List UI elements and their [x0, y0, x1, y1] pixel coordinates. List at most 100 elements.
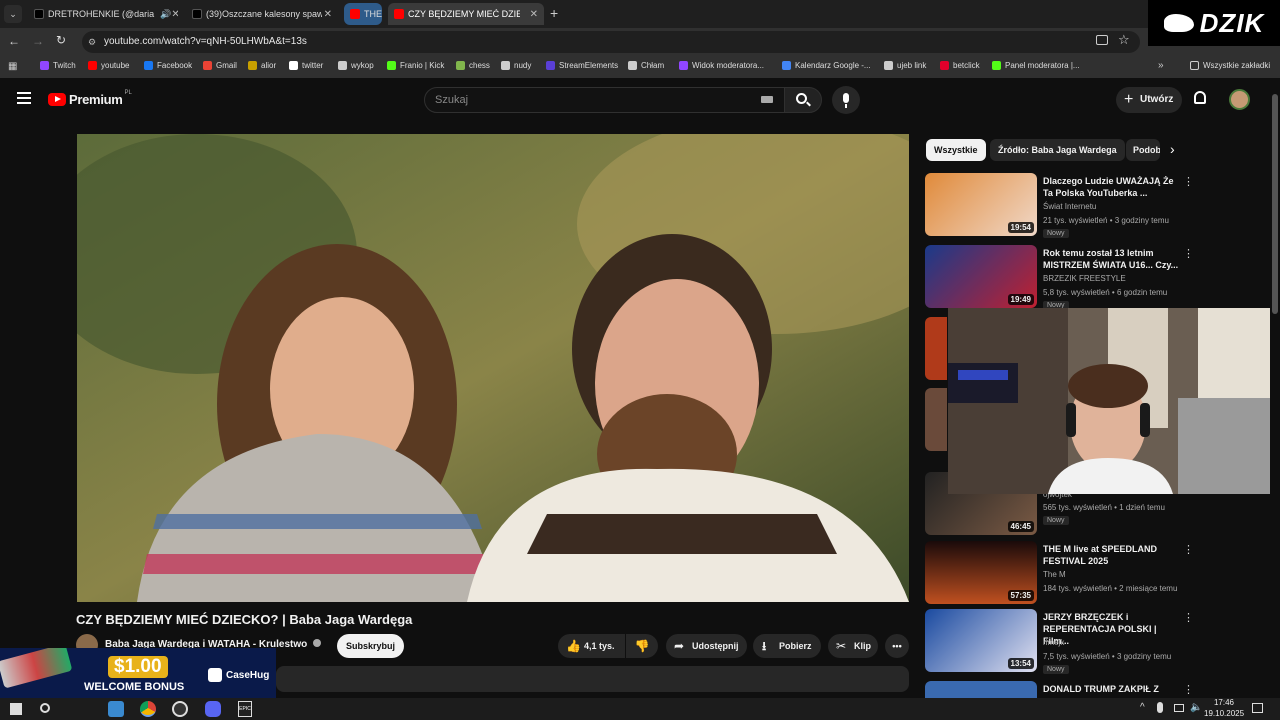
- chip-all[interactable]: Wszystkie: [926, 139, 986, 161]
- bookmark-item[interactable]: Twitch: [40, 61, 76, 70]
- bookmark-item[interactable]: Facebook: [144, 61, 192, 70]
- clip-button[interactable]: ✂ Klip: [828, 634, 878, 658]
- hamburger-menu-icon[interactable]: [17, 92, 31, 104]
- volume-icon[interactable]: 🔈: [1190, 702, 1202, 713]
- bookmark-item[interactable]: StreamElements: [546, 61, 618, 70]
- bookmark-favicon-icon: [88, 61, 97, 70]
- search-input[interactable]: Szukaj: [424, 87, 786, 113]
- bookmark-favicon-icon: [679, 61, 688, 70]
- video-thumbnail[interactable]: 19:49: [925, 245, 1037, 308]
- bookmark-label: alior: [261, 61, 277, 70]
- share-button[interactable]: ➦ Udostępnij: [666, 634, 747, 658]
- partial-thumbnail[interactable]: [925, 317, 947, 380]
- download-icon: ⭳: [762, 639, 767, 653]
- bookmark-item[interactable]: Panel moderatora |...: [992, 61, 1080, 70]
- chip-source[interactable]: Źródło: Baba Jaga Wardega: [990, 139, 1125, 161]
- bookmark-item[interactable]: chess: [456, 61, 490, 70]
- video-thumbnail[interactable]: 57:35: [925, 541, 1037, 604]
- description-box[interactable]: [276, 666, 909, 692]
- bookmark-star-icon[interactable]: ☆: [1118, 32, 1130, 48]
- tab-4-active[interactable]: CZY BĘDZIEMY MIEĆ DZIECKO ✕: [388, 3, 544, 25]
- url-field[interactable]: ⚙ youtube.com/watch?v=qNH-50LHWbA&t=13s: [82, 31, 1140, 53]
- close-tab-icon[interactable]: ✕: [324, 9, 332, 20]
- recommendation-item[interactable]: 19:54 Dlaczego Ludzie UWAŻAJĄ Że Ta Pols…: [925, 173, 1270, 238]
- install-app-icon[interactable]: [1096, 35, 1108, 45]
- bookmark-item[interactable]: Chłam: [628, 61, 664, 70]
- bookmark-item[interactable]: nudy: [501, 61, 531, 70]
- bookmark-item[interactable]: ujeb link: [884, 61, 926, 70]
- search-taskbar-icon[interactable]: [40, 703, 50, 713]
- bookmarks-bar: ▦ Twitch youtube Facebook Gmail alior twitter…: [0, 56, 1280, 78]
- bookmark-item[interactable]: youtube: [88, 61, 129, 70]
- recommendation-item[interactable]: DONALD TRUMP ZAKPIŁ Z ⋮: [925, 681, 1270, 698]
- bookmark-item[interactable]: alior: [248, 61, 276, 70]
- site-info-icon[interactable]: ⚙: [88, 31, 96, 53]
- notification-center-icon[interactable]: [1252, 703, 1263, 713]
- forward-icon[interactable]: →: [32, 34, 44, 48]
- download-button[interactable]: ⭳ Pobierz: [753, 634, 821, 658]
- all-bookmarks[interactable]: Wszystkie zakładki: [1190, 61, 1270, 70]
- chip-similar[interactable]: Podob: [1126, 139, 1160, 161]
- bookmark-item[interactable]: twitter: [289, 61, 323, 70]
- bookmark-item[interactable]: betclick: [940, 61, 980, 70]
- keyboard-icon[interactable]: [761, 96, 773, 103]
- bookmark-item[interactable]: wykop: [338, 61, 374, 70]
- close-tab-icon[interactable]: ✕: [530, 9, 538, 20]
- more-vertical-icon[interactable]: ⋮: [1183, 175, 1194, 188]
- discord-icon[interactable]: [205, 701, 221, 717]
- recommendation-item[interactable]: 19:49 Rok temu został 13 letnim MISTRZEM…: [925, 245, 1270, 310]
- subscribe-button[interactable]: Subskrybuj: [337, 634, 404, 658]
- page-scrollbar[interactable]: [1270, 80, 1280, 698]
- casehug-banner[interactable]: $1.00 WELCOME BONUS CaseHug: [0, 648, 276, 698]
- more-bookmarks-icon[interactable]: »: [1158, 60, 1164, 71]
- chevron-right-icon[interactable]: ›: [1170, 141, 1175, 157]
- bookmark-favicon-icon: [884, 61, 893, 70]
- close-tab-icon[interactable]: ✕: [171, 9, 178, 20]
- windows-start-icon[interactable]: [10, 703, 22, 715]
- create-button[interactable]: + Utwórz: [1116, 87, 1182, 113]
- scrollbar-thumb[interactable]: [1272, 94, 1278, 314]
- more-actions-button[interactable]: •••: [885, 634, 909, 658]
- bookmark-favicon-icon: [456, 61, 465, 70]
- partial-thumbnail[interactable]: [925, 388, 947, 451]
- new-tab-button[interactable]: +: [550, 5, 558, 21]
- network-icon[interactable]: [1174, 704, 1184, 712]
- apps-grid-icon[interactable]: ▦: [8, 61, 17, 72]
- logo-text: Premium: [69, 92, 123, 107]
- recommendation-item[interactable]: 57:35 THE M live at SPEEDLAND FESTIVAL 2…: [925, 541, 1270, 605]
- avatar[interactable]: [1229, 89, 1250, 110]
- back-icon[interactable]: ←: [8, 34, 20, 48]
- video-thumbnail[interactable]: [925, 681, 1037, 698]
- video-thumbnail[interactable]: 19:54: [925, 173, 1037, 236]
- tab-search-button[interactable]: ⌄: [4, 5, 22, 23]
- voice-search-button[interactable]: [832, 86, 860, 114]
- epic-games-icon[interactable]: EPIC: [238, 701, 252, 717]
- dislike-button[interactable]: 👎: [626, 634, 658, 658]
- tab-2[interactable]: (39)Oszczane kalesony spawacz ✕: [186, 3, 338, 25]
- youtube-logo[interactable]: Premium PL: [48, 90, 132, 107]
- more-vertical-icon[interactable]: ⋮: [1183, 611, 1194, 624]
- obs-icon[interactable]: [172, 701, 188, 717]
- more-vertical-icon[interactable]: ⋮: [1183, 247, 1194, 260]
- notifications-bell-icon[interactable]: [1194, 91, 1206, 104]
- tab-1[interactable]: DRETROHENKIE (@daria 🔊 ✕: [28, 3, 178, 25]
- bookmark-item[interactable]: Widok moderatora...: [679, 61, 764, 70]
- video-thumbnail[interactable]: 13:54: [925, 609, 1037, 672]
- bookmark-item[interactable]: Gmail: [203, 61, 237, 70]
- like-button[interactable]: 👍 4,1 tys.: [558, 634, 625, 658]
- bookmark-favicon-icon: [203, 61, 212, 70]
- more-vertical-icon[interactable]: ⋮: [1183, 543, 1194, 556]
- reload-icon[interactable]: ↻: [56, 33, 66, 47]
- video-player[interactable]: [77, 134, 909, 602]
- bookmark-item[interactable]: Franio | Kick: [387, 61, 444, 70]
- more-vertical-icon[interactable]: ⋮: [1183, 683, 1194, 696]
- recommendation-item[interactable]: 13:54 JERZY BRZĘCZEK i REPERENTACJA POLS…: [925, 609, 1270, 674]
- microphone-tray-icon[interactable]: [1157, 702, 1163, 713]
- tray-chevron-icon[interactable]: ^: [1140, 702, 1145, 713]
- taskbar-app-icon[interactable]: [108, 701, 124, 717]
- bookmark-item[interactable]: Kalendarz Google -...: [782, 61, 871, 70]
- chrome-icon[interactable]: [140, 701, 156, 717]
- tab-3[interactable]: THE: [344, 3, 382, 25]
- clock[interactable]: 17:46 19.10.2025: [1204, 697, 1244, 719]
- search-button[interactable]: [784, 87, 822, 113]
